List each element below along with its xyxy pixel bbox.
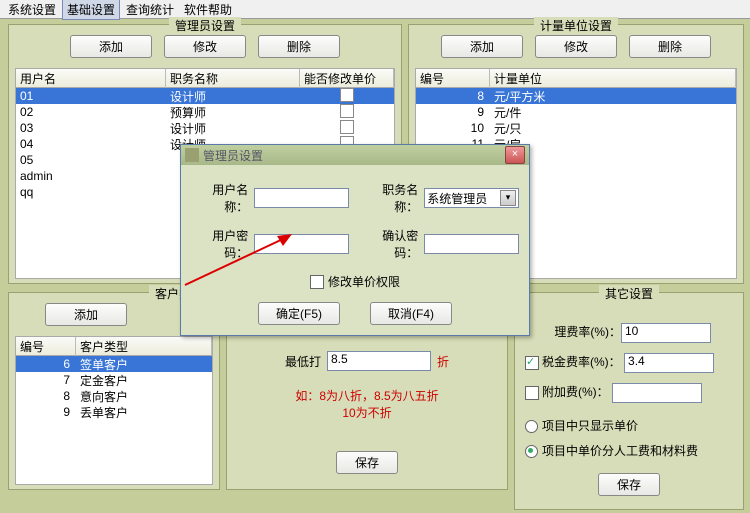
- cust-table[interactable]: 6签单客户7定金客户8意向客户9丢单客户: [15, 356, 213, 485]
- discount-input[interactable]: 8.5: [327, 351, 431, 371]
- menu-item[interactable]: 软件帮助: [180, 0, 236, 19]
- extra-input[interactable]: [612, 383, 702, 403]
- menu-bar: 系统设置 基础设置 查询统计 软件帮助: [0, 0, 750, 19]
- pwd-input[interactable]: [254, 234, 349, 254]
- cancel-button[interactable]: 取消(F4): [370, 302, 452, 325]
- user-label: 用户名称：: [191, 181, 248, 215]
- pwd-label: 用户密码：: [191, 227, 248, 261]
- discount-unit: 折: [437, 353, 449, 370]
- panel-title: 管理员设置: [169, 17, 241, 34]
- table-header: 用户名 职务名称 能否修改单价: [15, 68, 395, 88]
- table-row[interactable]: 10元/只: [416, 120, 736, 136]
- mgmt-label: 理费率(%)：: [525, 323, 621, 340]
- table-row[interactable]: 01设计师: [16, 88, 394, 104]
- table-header: 编号 客户类型: [15, 336, 213, 356]
- price-permission-label: 修改单价权限: [328, 273, 400, 290]
- pwd2-input[interactable]: [424, 234, 519, 254]
- panel-title: 计量单位设置: [534, 17, 618, 34]
- ok-button[interactable]: 确定(F5): [258, 302, 340, 325]
- user-input[interactable]: [254, 188, 349, 208]
- edit-button[interactable]: 修改: [535, 35, 617, 58]
- add-button[interactable]: 添加: [441, 35, 523, 58]
- chevron-down-icon: ▾: [500, 190, 516, 206]
- close-icon[interactable]: ×: [505, 146, 525, 164]
- del-button[interactable]: 删除: [629, 35, 711, 58]
- table-row[interactable]: 02预算师: [16, 104, 394, 120]
- opt1-radio[interactable]: [525, 420, 538, 433]
- opt2-radio[interactable]: [525, 445, 538, 458]
- table-row[interactable]: 8意向客户: [16, 388, 212, 404]
- tax-checkbox[interactable]: [525, 356, 539, 370]
- tax-input[interactable]: 3.4: [624, 353, 714, 373]
- opt2-label: 项目中单价分人工费和材料费: [542, 444, 698, 458]
- table-row[interactable]: 8元/平方米: [416, 88, 736, 104]
- mgmt-input[interactable]: 10: [621, 323, 711, 343]
- job-select[interactable]: 系统管理员▾: [424, 188, 519, 208]
- save-button[interactable]: 保存: [336, 451, 398, 474]
- opt1-label: 项目中只显示单价: [542, 419, 638, 433]
- menu-item[interactable]: 系统设置: [4, 0, 60, 19]
- panel-title: 其它设置: [599, 285, 659, 302]
- extra-label: 附加费(%)：: [542, 385, 609, 399]
- edit-button[interactable]: 修改: [164, 35, 246, 58]
- del-button[interactable]: 删除: [258, 35, 340, 58]
- dialog-titlebar[interactable]: 管理员设置 ×: [181, 145, 529, 165]
- menu-item[interactable]: 查询统计: [122, 0, 178, 19]
- add-button[interactable]: 添加: [45, 303, 127, 326]
- add-button[interactable]: 添加: [70, 35, 152, 58]
- tax-label: 税金费率(%)：: [542, 355, 621, 369]
- table-row[interactable]: 9丢单客户: [16, 404, 212, 420]
- dialog-admin: 管理员设置 × 用户名称： 职务名称： 系统管理员▾ 用户密码： 确认密码： 修…: [180, 144, 530, 336]
- checkbox[interactable]: [340, 88, 354, 102]
- discount-hint: 如：8为八折，8.5为八五折: [247, 387, 487, 404]
- discount-label: 最低打: [285, 353, 321, 370]
- table-row[interactable]: 7定金客户: [16, 372, 212, 388]
- pwd2-label: 确认密码：: [361, 227, 418, 261]
- table-header: 编号 计量单位: [415, 68, 737, 88]
- menu-item[interactable]: 基础设置: [62, 0, 120, 20]
- table-row[interactable]: 9元/件: [416, 104, 736, 120]
- job-label: 职务名称：: [361, 181, 418, 215]
- table-row[interactable]: 03设计师: [16, 120, 394, 136]
- save-button[interactable]: 保存: [598, 473, 660, 496]
- checkbox[interactable]: [340, 120, 354, 134]
- extra-checkbox[interactable]: [525, 386, 539, 400]
- discount-hint: 10为不折: [247, 404, 487, 421]
- dialog-icon: [185, 148, 199, 162]
- checkbox[interactable]: [340, 104, 354, 118]
- price-permission-checkbox[interactable]: [310, 275, 324, 289]
- dialog-title: 管理员设置: [203, 147, 263, 164]
- table-row[interactable]: 6签单客户: [16, 356, 212, 372]
- panel-other: 其它设置 理费率(%)：10 税金费率(%)： 3.4 附加费(%)： 项目中只…: [514, 292, 744, 510]
